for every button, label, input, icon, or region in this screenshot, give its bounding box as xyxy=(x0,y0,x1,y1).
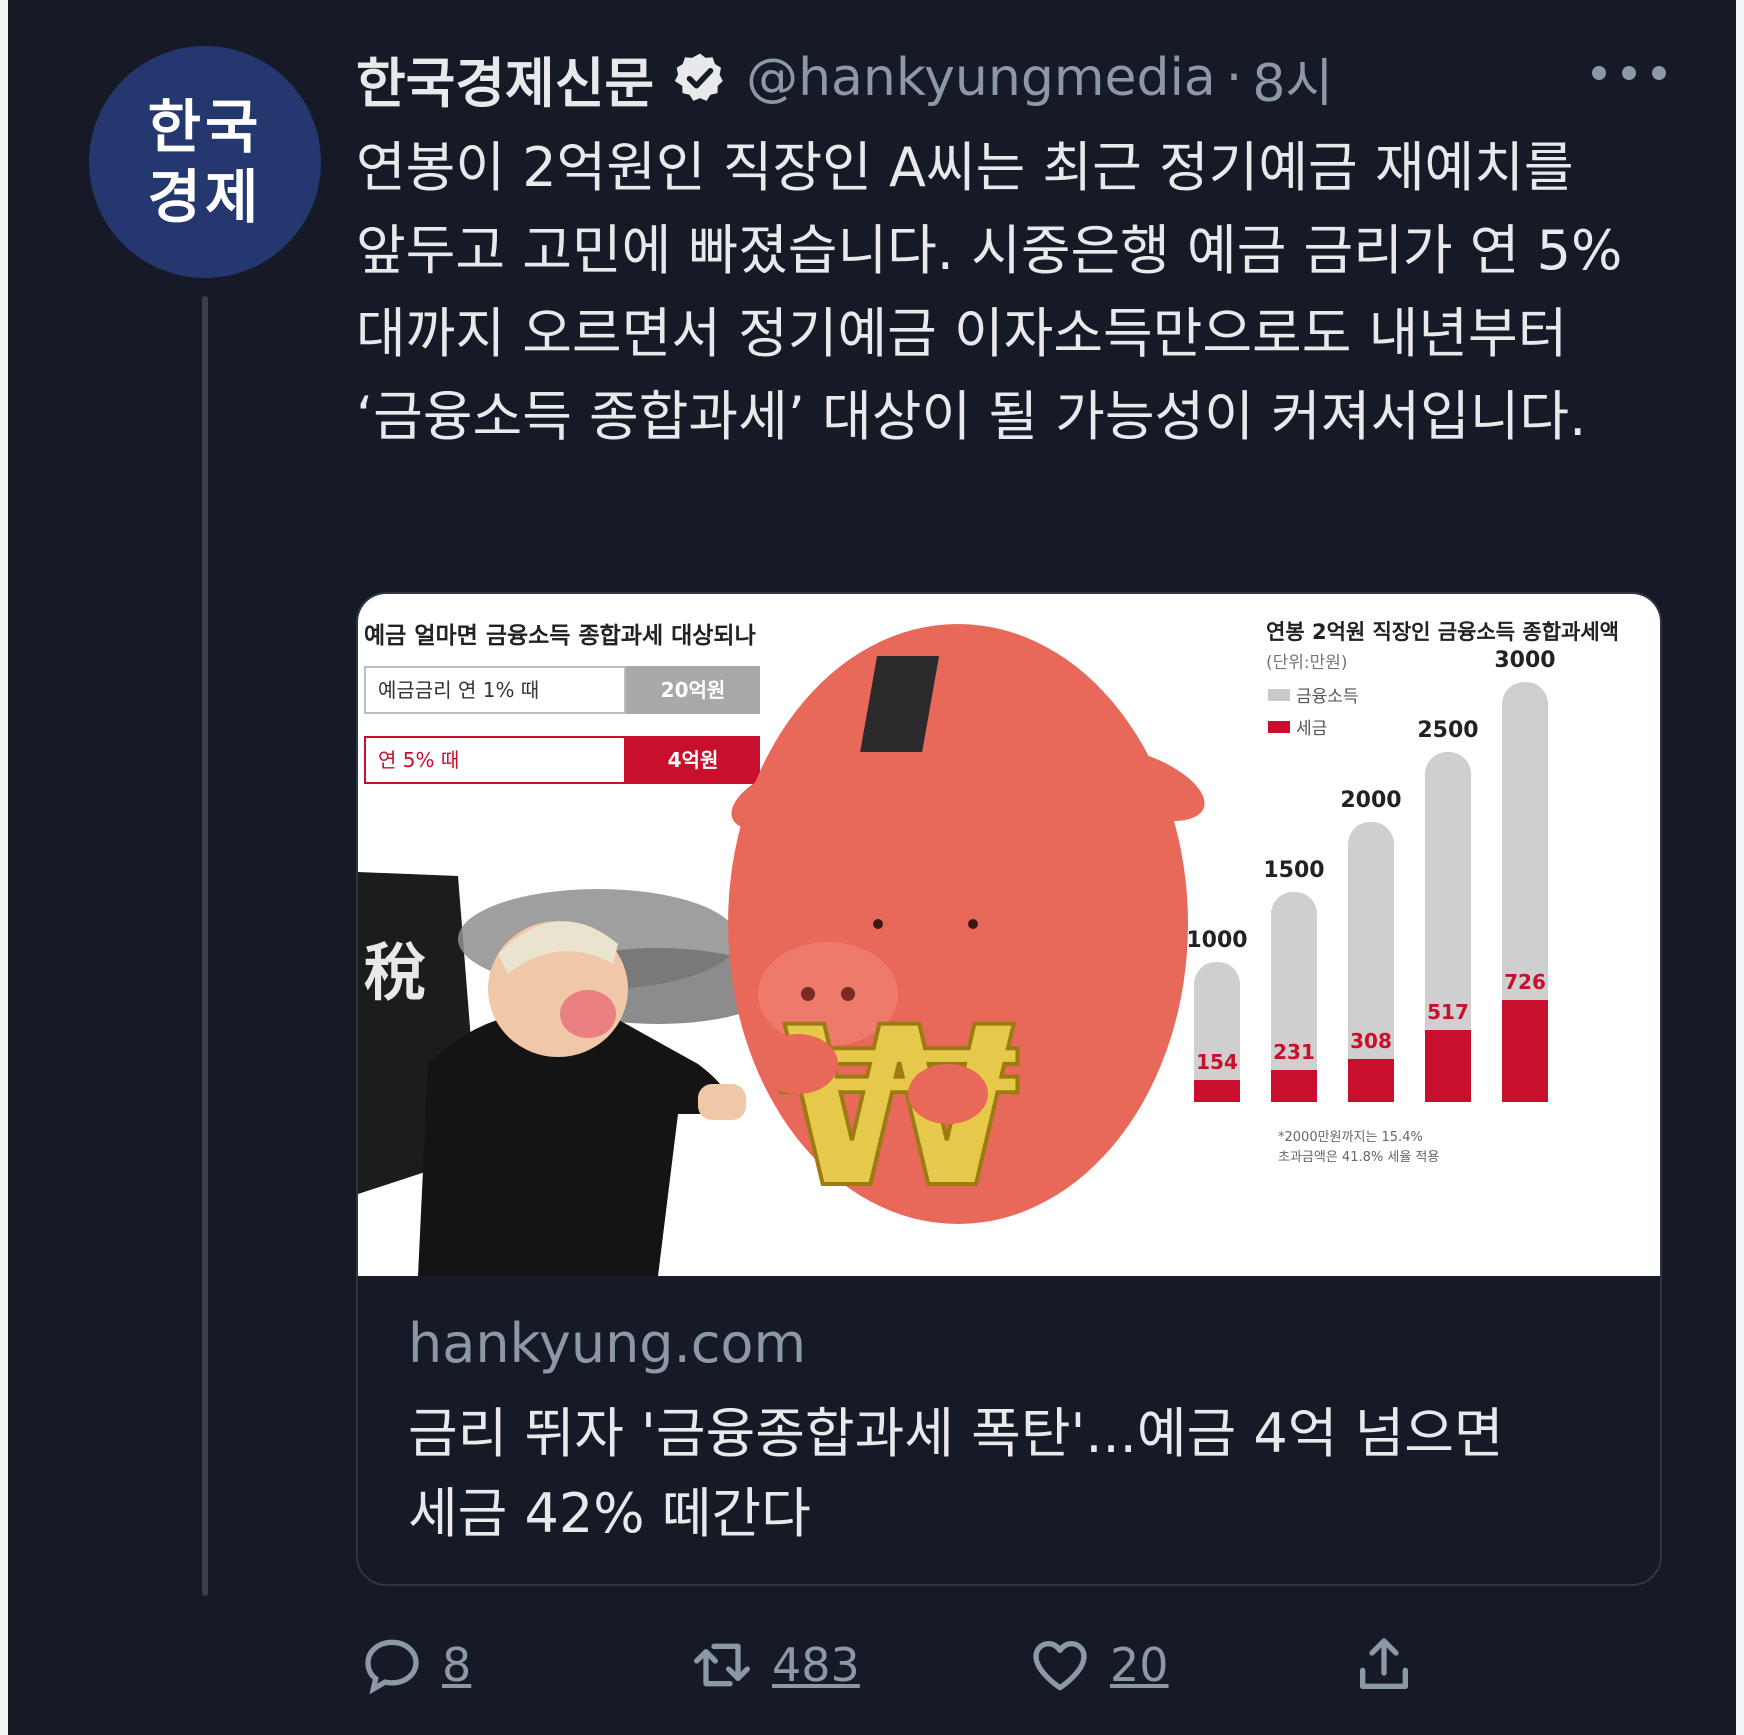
income-bar-label: 1000 xyxy=(1186,928,1248,953)
avatar-text: 한국 경제 xyxy=(147,93,263,231)
reply-button[interactable]: 8 xyxy=(360,1630,471,1700)
handle[interactable]: @hankyungmedia xyxy=(746,48,1216,108)
reply-count: 8 xyxy=(442,1638,472,1692)
piggy-bank-illustration: 稅 ₩ xyxy=(358,624,1205,1276)
frame-left-border xyxy=(0,0,8,1735)
legend-label: 금융소득 xyxy=(1296,687,1359,707)
frame-right-border xyxy=(1736,0,1744,1735)
tweet-header: 한국경제신문 @hankyungmedia · 8시 xyxy=(356,38,1333,118)
tax-bar xyxy=(1194,1080,1240,1102)
link-card[interactable]: 예금 얼마면 금융소득 종합과세 대상되나 예금금리 연 1% 때 20억원 연… xyxy=(356,592,1662,1586)
tax-character: 稅 xyxy=(364,936,426,1009)
header-separator: · xyxy=(1225,48,1243,108)
footnote-line: *2000만원까지는 15.4% xyxy=(1278,1130,1423,1145)
card-title[interactable]: 금리 뛰자 '금융종합과세 폭탄'...예금 4억 넘으면 세금 42% 떼간다 xyxy=(408,1394,1608,1554)
tax-bar xyxy=(1502,1000,1548,1102)
tax-bar xyxy=(1425,1029,1471,1102)
card-image[interactable]: 예금 얼마면 금융소득 종합과세 대상되나 예금금리 연 1% 때 20억원 연… xyxy=(358,594,1660,1276)
verified-badge-icon xyxy=(674,53,723,101)
chart-footnote: *2000만원까지는 15.4% 초과금액은 41.8% 세율 적용 xyxy=(1278,1128,1439,1168)
timestamp[interactable]: 8시 xyxy=(1252,41,1333,116)
reply-icon xyxy=(365,1639,419,1695)
like-button[interactable]: 20 xyxy=(1028,1630,1169,1700)
retweet-icon xyxy=(694,1643,750,1687)
retweet-button[interactable]: 483 xyxy=(690,1630,860,1700)
footnote-line: 초과금액은 41.8% 세율 적용 xyxy=(1278,1150,1440,1165)
income-bar-label: 2000 xyxy=(1340,788,1402,813)
tax-bar-label: 517 xyxy=(1427,999,1469,1024)
retweet-count: 483 xyxy=(772,1638,860,1692)
income-bar-label: 1500 xyxy=(1263,858,1325,883)
thread-line xyxy=(202,296,208,1596)
avatar[interactable]: 한국 경제 xyxy=(89,46,321,278)
income-bar-label: 3000 xyxy=(1494,648,1556,673)
tax-bar-label: 308 xyxy=(1350,1028,1392,1053)
legend-swatch xyxy=(1268,720,1290,733)
more-options-icon[interactable] xyxy=(1592,58,1666,88)
tax-bar-label: 726 xyxy=(1504,970,1546,995)
infographic-right-title: 연봉 2억원 직장인 금융소득 종합과세액 xyxy=(1266,620,1619,644)
card-domain[interactable]: hankyung.com xyxy=(408,1312,806,1375)
share-icon xyxy=(1360,1638,1408,1689)
like-count: 20 xyxy=(1110,1638,1169,1692)
legend-tax: 세금 xyxy=(1268,714,1327,739)
income-bar-label: 2500 xyxy=(1417,718,1479,743)
share-button[interactable] xyxy=(1352,1630,1416,1700)
legend-swatch xyxy=(1268,688,1290,701)
heart-icon xyxy=(1033,1641,1087,1691)
won-sign: ₩ xyxy=(778,980,1021,1236)
chart-unit: (단위:만원) xyxy=(1266,653,1348,673)
tax-bar xyxy=(1348,1058,1394,1102)
legend-label: 세금 xyxy=(1296,719,1328,739)
display-name[interactable]: 한국경제신문 xyxy=(356,39,654,118)
tweet-text: 연봉이 2억원인 직장인 A씨는 최근 정기예금 재예치를 앞두고 고민에 빠졌… xyxy=(356,136,1623,448)
legend-income: 금융소득 xyxy=(1268,682,1359,707)
tax-bar xyxy=(1271,1069,1317,1102)
